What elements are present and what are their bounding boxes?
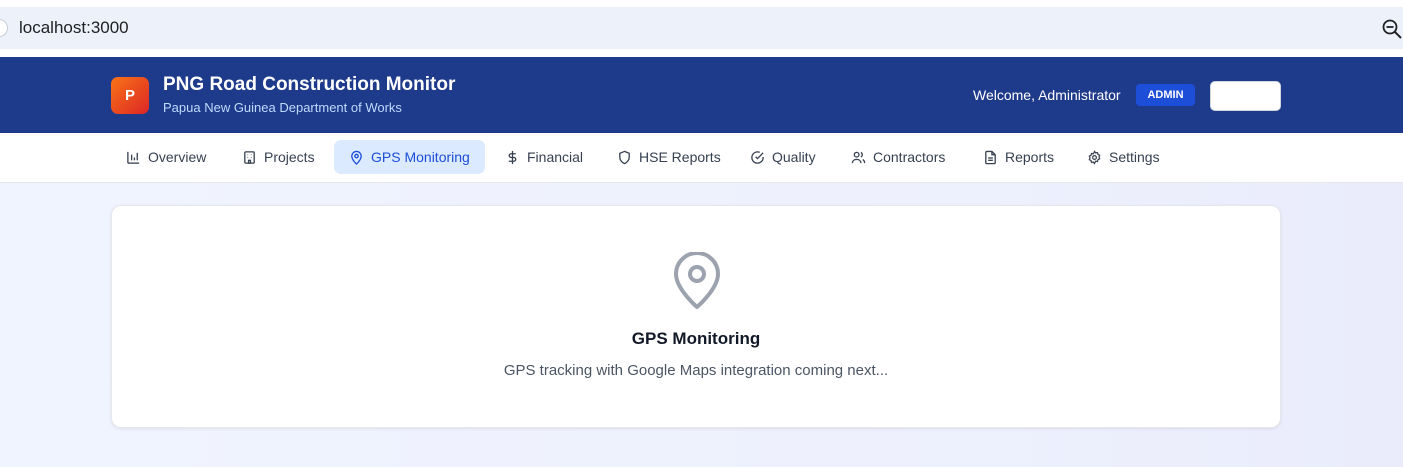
app-subtitle: Papua New Guinea Department of Works bbox=[163, 100, 402, 115]
tab-label: Settings bbox=[1109, 149, 1160, 165]
tab-label: Overview bbox=[148, 149, 207, 165]
tab-label: Financial bbox=[527, 149, 584, 165]
tab-reports[interactable]: Reports bbox=[968, 140, 1069, 174]
gear-icon bbox=[1088, 149, 1101, 165]
bar-chart-icon bbox=[127, 151, 140, 164]
tab-label: HSE Reports bbox=[639, 149, 721, 165]
card-description: GPS tracking with Google Maps integratio… bbox=[503, 362, 889, 379]
tab-label: Reports bbox=[1005, 149, 1055, 165]
tab-projects[interactable]: Projects bbox=[227, 140, 330, 174]
main-content: GPS Monitoring GPS tracking with Google … bbox=[0, 183, 1403, 467]
logout-button[interactable] bbox=[1210, 81, 1281, 111]
role-badge: ADMIN bbox=[1136, 84, 1195, 106]
tab-contractors[interactable]: Contractors bbox=[836, 140, 960, 174]
placeholder-card: GPS Monitoring GPS tracking with Google … bbox=[111, 205, 1281, 428]
tab-label: Projects bbox=[264, 149, 315, 165]
welcome-text: Welcome, Administrator bbox=[973, 87, 1121, 103]
app-logo: P bbox=[111, 77, 149, 114]
tab-financial[interactable]: Financial bbox=[490, 140, 598, 174]
app-header: P PNG Road Construction Monitor Papua Ne… bbox=[0, 57, 1403, 133]
tab-label: Quality bbox=[772, 149, 816, 165]
check-circle-icon bbox=[751, 150, 764, 164]
shield-icon bbox=[619, 150, 630, 164]
tab-label: Contractors bbox=[873, 149, 946, 165]
address-bar[interactable]: localhost:3000 bbox=[0, 7, 1403, 49]
tab-quality[interactable]: Quality bbox=[735, 140, 831, 174]
users-icon bbox=[851, 151, 866, 163]
tab-gps-monitoring[interactable]: GPS Monitoring bbox=[334, 140, 485, 174]
tab-overview[interactable]: Overview bbox=[111, 140, 221, 174]
url-text[interactable]: localhost:3000 bbox=[19, 18, 129, 38]
map-pin-icon bbox=[674, 252, 720, 309]
tab-hse-reports[interactable]: HSE Reports bbox=[602, 140, 736, 174]
map-pin-icon bbox=[351, 150, 362, 165]
tab-settings[interactable]: Settings bbox=[1072, 140, 1175, 174]
dollar-icon bbox=[508, 150, 517, 164]
zoom-out-icon[interactable] bbox=[1381, 18, 1403, 40]
site-info-icon[interactable] bbox=[0, 19, 8, 37]
app-title: PNG Road Construction Monitor bbox=[163, 74, 456, 95]
browser-toolbar: localhost:3000 bbox=[0, 0, 1403, 57]
building-icon bbox=[244, 150, 255, 164]
file-text-icon bbox=[985, 150, 996, 164]
main-nav: Overview Projects GPS Monitoring Financi… bbox=[0, 133, 1403, 183]
card-title: GPS Monitoring bbox=[631, 329, 761, 348]
tab-label: GPS Monitoring bbox=[371, 149, 470, 165]
